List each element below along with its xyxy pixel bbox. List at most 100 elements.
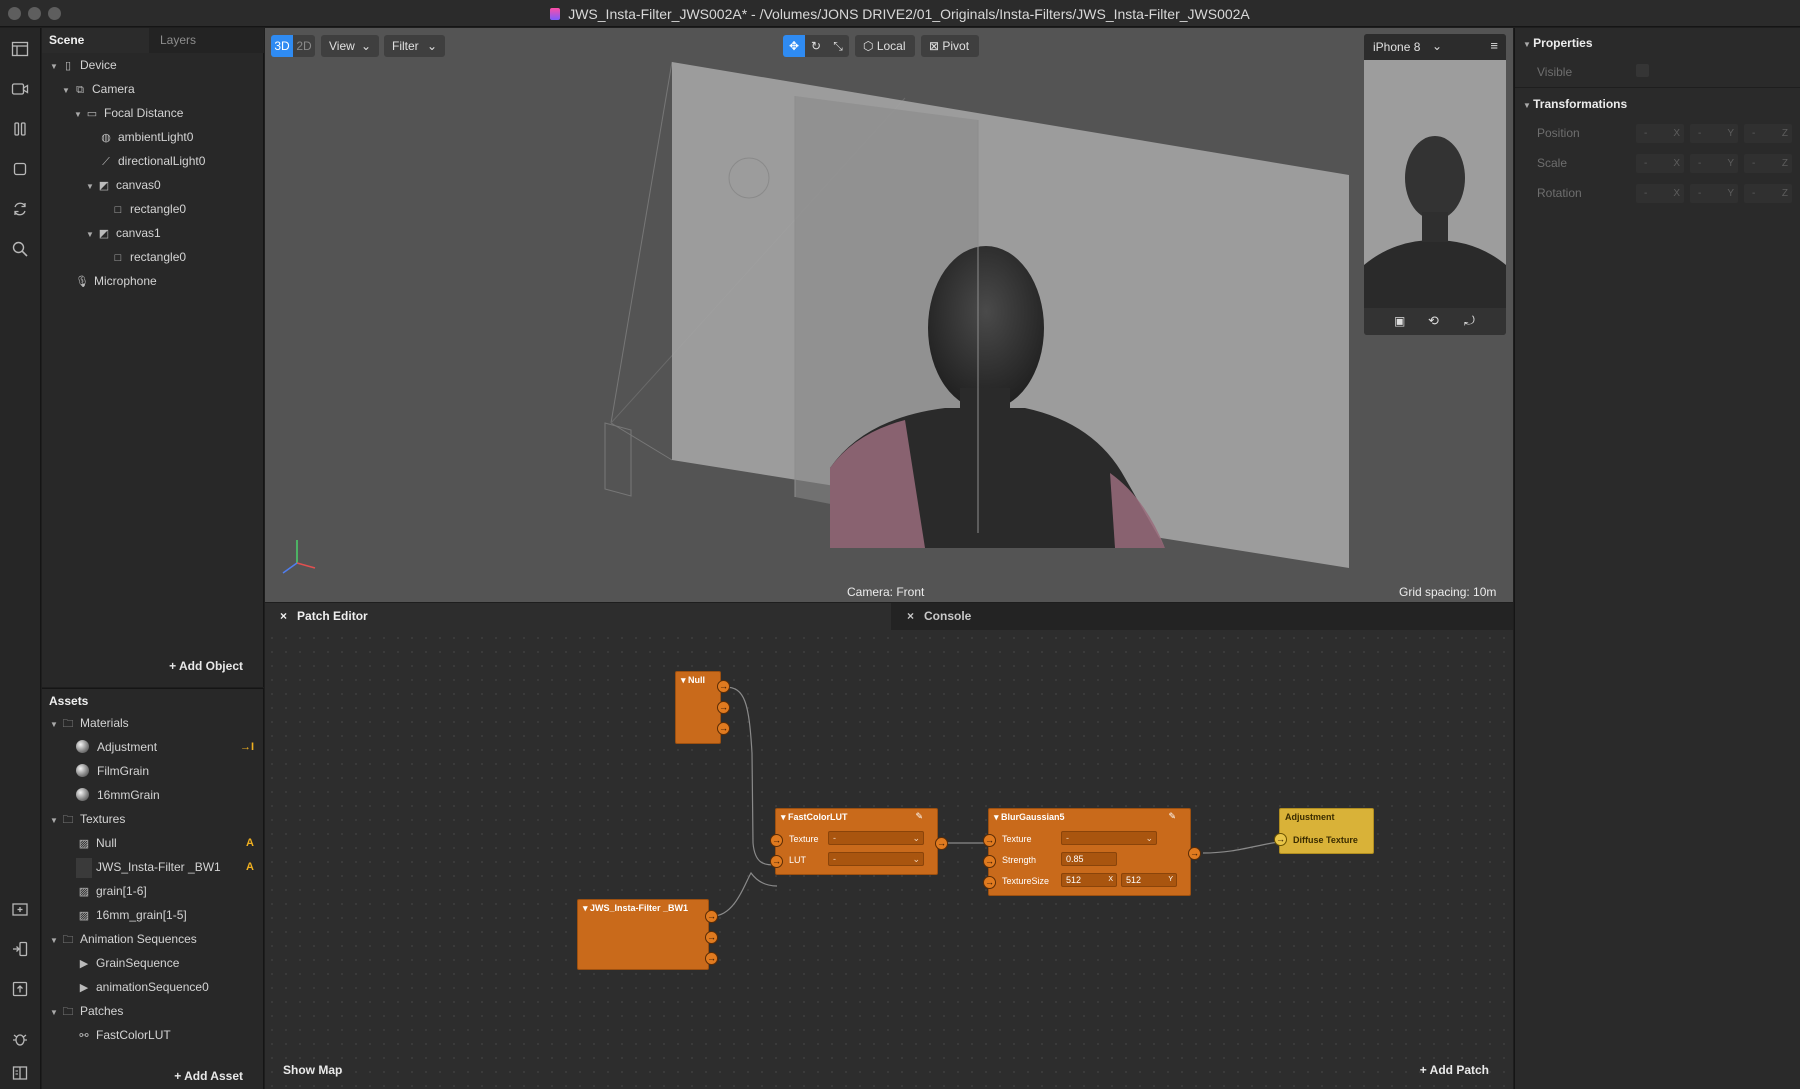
patch-node-adjustment[interactable]: Adjustment Diffuse Texture [1279, 808, 1374, 854]
rotation-y-field[interactable]: -Y [1690, 184, 1738, 203]
tree-item-rectangle0-b[interactable]: □ rectangle0 [110, 247, 186, 267]
local-toggle[interactable]: ⬡ Local [855, 35, 915, 57]
expand-triangle-icon[interactable]: ▼ [50, 715, 60, 735]
expand-triangle-icon[interactable]: ▼ [86, 225, 96, 245]
library-icon[interactable] [10, 1064, 30, 1084]
scene-3d-view[interactable] [265, 28, 1513, 602]
add-asset-button[interactable]: + Add Asset [174, 1069, 243, 1083]
input-port[interactable]: → [983, 834, 996, 847]
tree-item-directional-light[interactable]: ⟋ directionalLight0 [98, 151, 205, 171]
restart-icon[interactable] [10, 200, 30, 220]
asset-folder-patches[interactable]: ▼ 🗀 Patches [50, 1001, 123, 1021]
tree-item-focal-distance[interactable]: ▼ ▭ Focal Distance [74, 103, 183, 123]
expand-triangle-icon[interactable]: ▼ [50, 811, 60, 831]
properties-header[interactable]: ▼ Properties [1523, 36, 1593, 50]
send-to-device-icon[interactable] [10, 940, 30, 960]
expand-triangle-icon[interactable]: ▼ [74, 105, 84, 125]
position-x-field[interactable]: -X [1636, 124, 1684, 143]
texture-dropdown[interactable]: - ⌄ [1061, 831, 1157, 845]
rotate-tool-icon[interactable]: ↻ [805, 35, 827, 57]
asset-folder-textures[interactable]: ▼ 🗀 Textures [50, 809, 125, 829]
texture-size-y-input[interactable]: 512 Y [1121, 873, 1177, 887]
scale-x-field[interactable]: -X [1636, 154, 1684, 173]
expand-triangle-icon[interactable]: ▼ [86, 177, 96, 197]
expand-triangle-icon[interactable]: ▼ [50, 931, 60, 951]
asset-item-grainsequence[interactable]: ▶ GrainSequence [76, 953, 180, 973]
output-port[interactable]: → [717, 722, 730, 735]
scale-tool-icon[interactable]: ⤡ [827, 35, 849, 57]
edit-icon[interactable]: ✎ [1168, 811, 1176, 822]
patch-node-blurgaussian5[interactable]: ▾ BlurGaussian5 ✎ Texture Strength Textu… [988, 808, 1191, 896]
input-port[interactable]: → [983, 855, 996, 868]
show-map-button[interactable]: Show Map [283, 1063, 342, 1077]
asset-item-grain[interactable]: ▨ grain[1-6] [76, 881, 147, 901]
tree-item-ambient-light[interactable]: ◍ ambientLight0 [98, 127, 193, 147]
upload-icon[interactable] [10, 980, 30, 1000]
scale-y-field[interactable]: -Y [1690, 154, 1738, 173]
expand-triangle-icon[interactable]: ▼ [62, 81, 72, 101]
asset-item-animationsequence0[interactable]: ▶ animationSequence0 [76, 977, 209, 997]
switch-camera-icon[interactable]: ⟲ [1428, 313, 1439, 329]
chevron-down-icon[interactable]: ⌄ [1432, 39, 1442, 53]
asset-item-null[interactable]: ▨ Null A [76, 833, 266, 853]
output-port[interactable]: → [935, 837, 948, 850]
asset-item-adjustment[interactable]: Adjustment →I [76, 737, 266, 757]
patch-node-null[interactable]: ▾ Null [675, 671, 721, 744]
input-port[interactable]: → [770, 855, 783, 868]
strength-input[interactable]: 0.85 [1061, 852, 1117, 866]
camera-gizmo[interactable] [604, 422, 632, 497]
rotate-device-icon[interactable]: ⤾ [1464, 313, 1475, 329]
rotation-x-field[interactable]: -X [1636, 184, 1684, 203]
mode-3d-button[interactable]: 3D [271, 35, 293, 57]
layout-icon[interactable] [10, 40, 30, 60]
expand-triangle-icon[interactable]: ▼ [50, 57, 60, 77]
menu-icon[interactable]: ≡ [1490, 38, 1498, 53]
tab-scene[interactable]: Scene [42, 28, 149, 53]
asset-item-16mm-grain[interactable]: ▨ 16mm_grain[1-5] [76, 905, 187, 925]
add-patch-button[interactable]: + Add Patch [1420, 1063, 1489, 1077]
output-port[interactable]: → [705, 931, 718, 944]
bug-report-icon[interactable] [10, 1030, 30, 1050]
asset-folder-materials[interactable]: ▼ 🗀 Materials [50, 713, 129, 733]
asset-item-fastcolorlut[interactable]: ⚯ FastColorLUT [76, 1025, 170, 1045]
scale-z-field[interactable]: -Z [1744, 154, 1792, 173]
asset-item-bw1[interactable]: JWS_Insta-Filter _BW1 A [76, 857, 266, 878]
position-z-field[interactable]: -Z [1744, 124, 1792, 143]
tree-item-canvas0[interactable]: ▼ ◩ canvas0 [86, 175, 161, 195]
transformations-header[interactable]: ▼ Transformations [1523, 97, 1627, 111]
filter-dropdown[interactable]: Filter ⌄ [384, 35, 445, 57]
media-icon[interactable]: ▣ [1394, 314, 1405, 328]
tree-item-rectangle0[interactable]: □ rectangle0 [110, 199, 186, 219]
pivot-toggle[interactable]: ⊠ Pivot [921, 35, 979, 57]
tree-item-canvas1[interactable]: ▼ ◩ canvas1 [86, 223, 161, 243]
edit-icon[interactable]: ✎ [915, 811, 923, 822]
texture-dropdown[interactable]: - ⌄ [828, 831, 924, 845]
search-icon[interactable] [10, 240, 30, 260]
output-port[interactable]: → [1188, 847, 1201, 860]
tab-layers[interactable]: Layers [153, 28, 264, 53]
expand-triangle-icon[interactable]: ▼ [50, 1003, 60, 1023]
scene-viewport[interactable]: 3D 2D View ⌄ Filter ⌄ ✥ ↻ ⤡ ⬡ Local ⊠ Pivo… [265, 28, 1513, 602]
device-select[interactable]: iPhone 8 [1373, 40, 1420, 54]
patch-node-fastcolorlut[interactable]: ▾ FastColorLUT ✎ Texture LUT - ⌄ - ⌄ [775, 808, 938, 875]
rotation-z-field[interactable]: -Z [1744, 184, 1792, 203]
asset-item-16mmgrain[interactable]: 16mmGrain [76, 785, 160, 805]
video-icon[interactable] [10, 80, 30, 100]
texture-size-x-input[interactable]: 512 X [1061, 873, 1117, 887]
move-tool-icon[interactable]: ✥ [783, 35, 805, 57]
output-port[interactable]: → [717, 680, 730, 693]
patch-node-bw1-texture[interactable]: ▾ JWS_Insta-Filter _BW1 [577, 899, 709, 970]
lut-dropdown[interactable]: - ⌄ [828, 852, 924, 866]
pause-icon[interactable] [10, 120, 30, 140]
output-port[interactable]: → [705, 910, 718, 923]
output-port[interactable]: → [717, 701, 730, 714]
input-port[interactable]: → [983, 876, 996, 889]
device-preview[interactable]: iPhone 8 ⌄ ≡ ▣ ⟲ ⤾ [1364, 34, 1506, 335]
tree-item-microphone[interactable]: 🎙︎ Microphone [74, 271, 157, 291]
stop-icon[interactable] [10, 160, 30, 180]
view-dropdown[interactable]: View ⌄ [321, 35, 379, 57]
position-y-field[interactable]: -Y [1690, 124, 1738, 143]
import-icon[interactable] [10, 900, 30, 920]
mode-2d-button[interactable]: 2D [293, 35, 315, 57]
visible-checkbox[interactable] [1636, 64, 1649, 77]
